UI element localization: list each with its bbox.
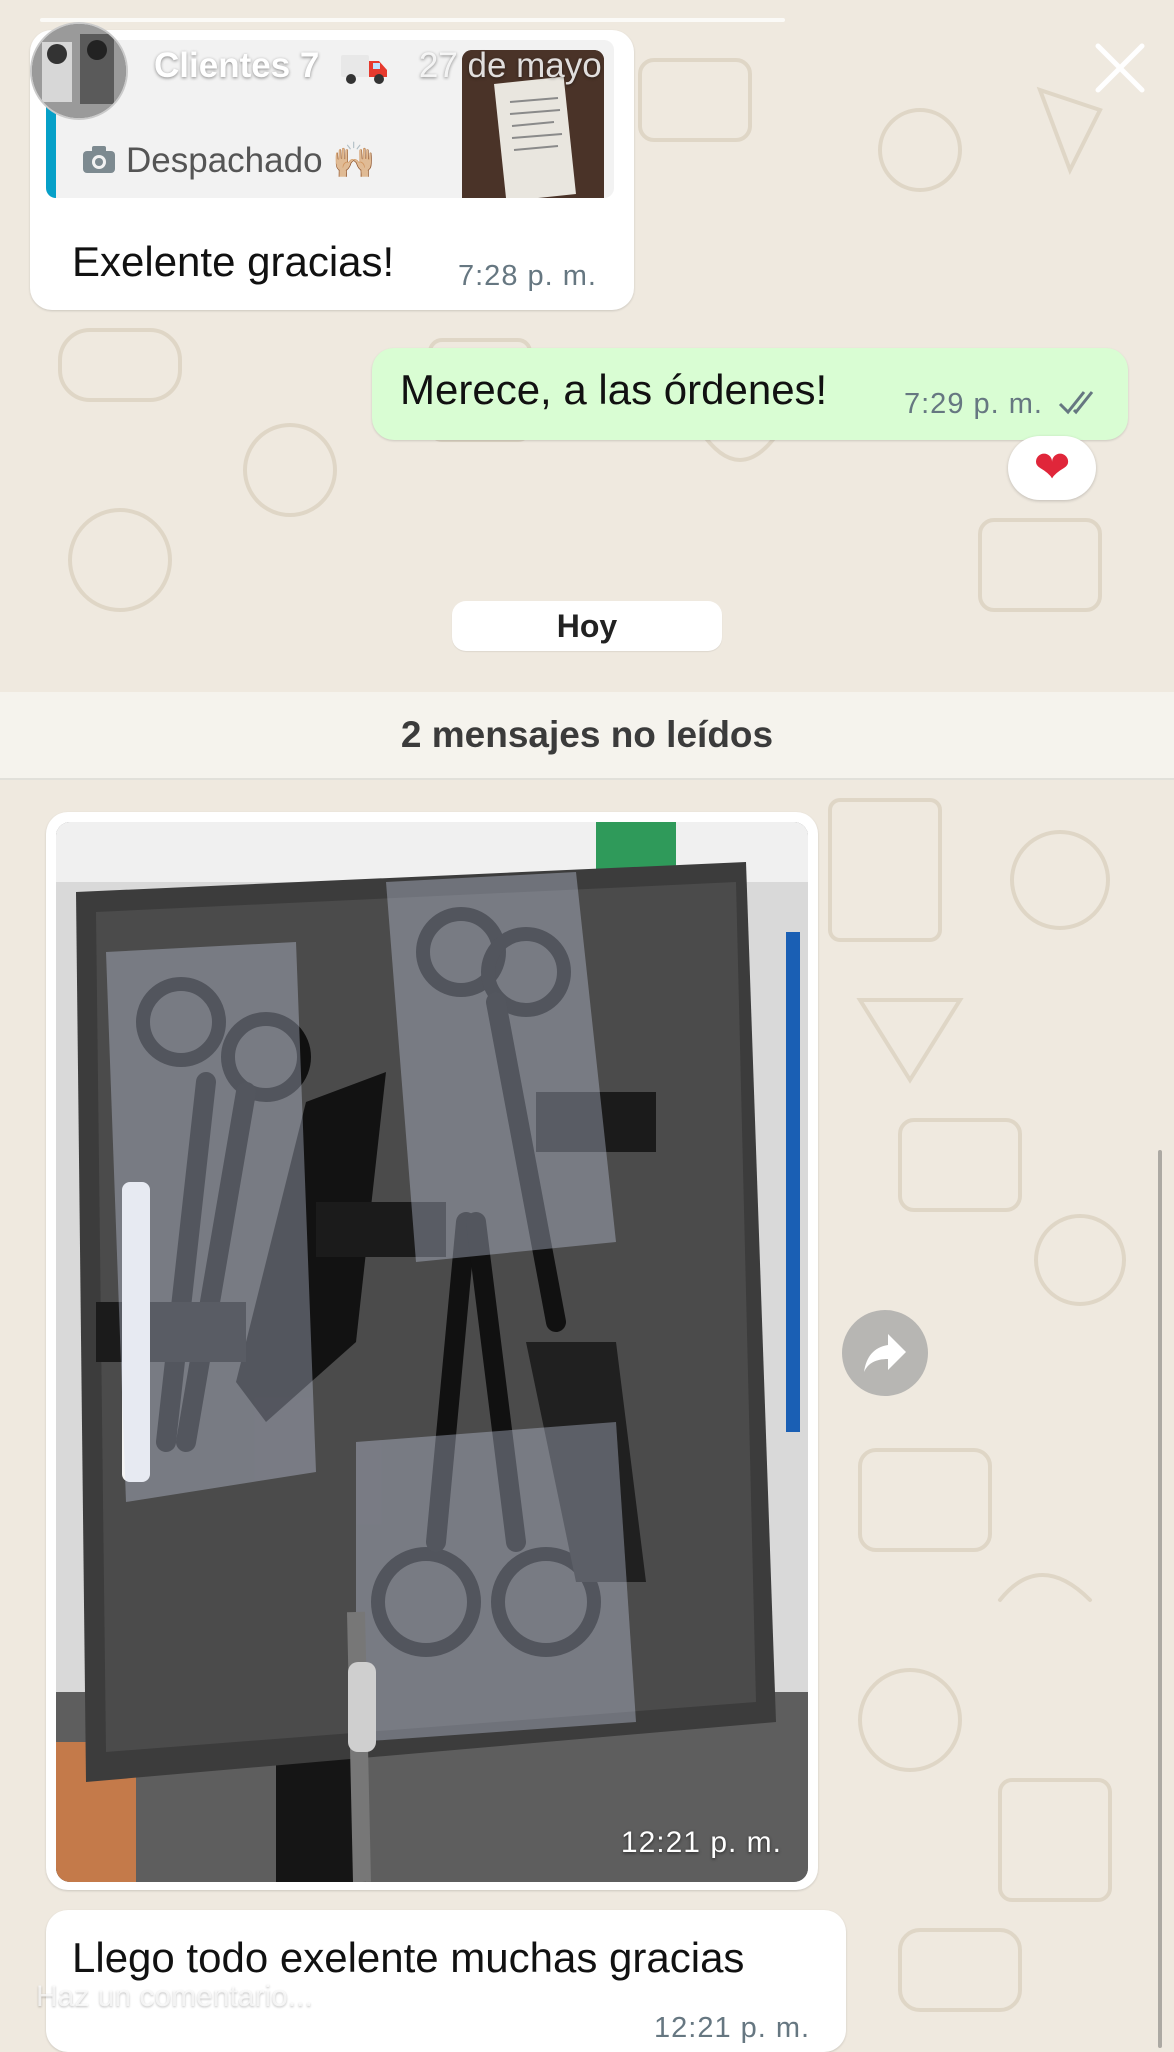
heart-reaction[interactable]: ❤ (1008, 436, 1096, 500)
message-time: 7:28 p. m. (458, 260, 597, 292)
message-text: Exelente gracias! (72, 238, 395, 285)
scrollbar[interactable] (1158, 1150, 1162, 2048)
story-header: Clientes 7 27 de mayo (30, 22, 1150, 122)
photo-time: 12:21 p. m. (620, 1826, 782, 1859)
story-name: Clientes 7 (154, 46, 320, 85)
image-message-bubble[interactable]: 12:21 p. m. (46, 812, 818, 1890)
comment-input[interactable]: Haz un comentario... (36, 1980, 313, 2014)
read-receipt-icon (1058, 391, 1094, 415)
forward-icon (864, 1334, 906, 1372)
unread-messages-banner: 2 mensajes no leídos (0, 692, 1174, 780)
message-photo[interactable]: 12:21 p. m. (56, 822, 808, 1882)
outgoing-message-bubble[interactable]: Merece, a las órdenes! 7:29 p. m. (372, 348, 1128, 440)
forward-button[interactable] (842, 1310, 928, 1396)
message-time: 7:29 p. m. (904, 388, 1043, 420)
story-date: 27 de mayo (418, 46, 602, 85)
close-icon[interactable] (1090, 38, 1150, 98)
camera-icon (83, 146, 115, 173)
message-text: Merece, a las órdenes! (400, 366, 828, 413)
story-title: Clientes 7 27 de mayo (154, 46, 602, 87)
delivery-truck-icon (341, 54, 388, 84)
date-separator: Hoy (452, 601, 722, 651)
message-text: Llego todo exelente muchas gracias (72, 1934, 745, 1981)
message-time: 12:21 p. m. (654, 2012, 811, 2044)
avatar[interactable] (30, 22, 128, 120)
quote-text: Despachado 🙌🏼 (126, 141, 376, 180)
scissors-kit-photo (56, 822, 808, 1882)
